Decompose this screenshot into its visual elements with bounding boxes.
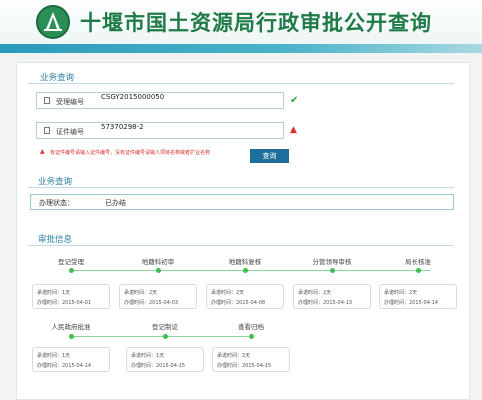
step-card: 承诺时间：2天 办理时间：2015-04-13: [293, 284, 371, 309]
step-handle-date: 办理时间：2015-04-08: [211, 300, 266, 306]
step-status-icon: [243, 268, 248, 273]
step-commit-time: 承诺时间：2天: [217, 353, 251, 359]
step-commit-time: 承诺时间：2天: [384, 290, 418, 296]
step-card: 承诺时间：1天 办理时间：2015-04-14: [32, 347, 110, 372]
step-card: 承诺时间：1天 办理时间：2015-04-01: [32, 284, 110, 309]
header-accent-bar: [0, 44, 482, 53]
section-divider: [28, 245, 454, 246]
step-label: 地籍科复核: [228, 258, 262, 266]
step-card: 承诺时间：2天 办理时间：2015-04-03: [119, 284, 197, 309]
approval-section-title: 审批信息: [38, 235, 73, 245]
step-label: 登记受理: [58, 258, 84, 266]
certificate-number-field[interactable]: 证件编号 57370298-2: [36, 122, 284, 139]
section-divider: [28, 187, 454, 188]
certificate-number-value: 57370298-2: [101, 123, 144, 131]
step-card: 承诺时间：1天 办理时间：2015-04-15: [126, 347, 204, 372]
step-commit-time: 承诺时间：2天: [298, 290, 332, 296]
step-status-icon: [416, 268, 421, 273]
step-label: 局长核准: [405, 258, 431, 266]
step-card: 承诺时间：2天 办理时间：2015-04-08: [206, 284, 284, 309]
query-button[interactable]: 查询: [250, 149, 289, 163]
step-card: 承诺时间：2天 办理时间：2015-04-14: [379, 284, 457, 309]
input-hint-message: 有证件编号请输入证件编号，没有证件编号请输入项目名称或者扩业名称: [50, 150, 211, 156]
step-label: 分管领导审核: [312, 258, 352, 266]
acceptance-number-value: CSGY2015000050: [101, 93, 165, 101]
check-icon: ✔: [290, 95, 299, 106]
step-label: 地籍科初审: [141, 258, 175, 266]
bureau-emblem-icon: [36, 5, 70, 39]
step-label: 人民政府批准: [51, 323, 91, 331]
page-header: 十堰市国土资源局行政审批公开查询: [0, 0, 482, 44]
step-handle-date: 办理时间：2015-04-15: [217, 363, 272, 369]
step-handle-date: 办理时间：2015-04-14: [384, 300, 439, 306]
step-commit-time: 承诺时间：1天: [131, 353, 165, 359]
alert-icon: ▲: [40, 148, 45, 155]
step-commit-time: 承诺时间：2天: [124, 290, 158, 296]
business-query-title: 业务查询: [40, 73, 75, 83]
page-title: 十堰市国土资源局行政审批公开查询: [80, 11, 432, 35]
section-divider: [28, 83, 454, 84]
status-label: 办理状态：: [39, 199, 74, 207]
step-status-icon: [69, 334, 74, 339]
step-status-icon: [69, 268, 74, 273]
status-box: 办理状态： 已办结: [30, 194, 454, 210]
step-card: 承诺时间：2天 办理时间：2015-04-15: [212, 347, 290, 372]
acceptance-number-label: 受理编号: [56, 98, 84, 106]
step-handle-date: 办理时间：2015-04-14: [37, 363, 92, 369]
step-status-icon: [249, 334, 254, 339]
step-label: 登记制证: [152, 323, 178, 331]
step-label: 查看归档: [238, 323, 264, 331]
status-value: 已办结: [105, 199, 126, 207]
step-status-icon: [330, 268, 335, 273]
timeline-line: [74, 270, 430, 271]
acceptance-number-field[interactable]: 受理编号 CSGY2015000050: [36, 92, 284, 109]
warning-icon: ▲: [290, 125, 297, 135]
step-status-icon: [156, 268, 161, 273]
step-status-icon: [163, 334, 168, 339]
status-section-title: 业务查询: [38, 177, 73, 187]
certificate-number-label: 证件编号: [56, 128, 84, 136]
step-commit-time: 承诺时间：1天: [37, 353, 71, 359]
step-commit-time: 承诺时间：1天: [37, 290, 71, 296]
certificate-icon: [44, 127, 50, 134]
document-icon: [44, 97, 50, 104]
step-handle-date: 办理时间：2015-04-03: [124, 300, 179, 306]
step-handle-date: 办理时间：2015-04-01: [37, 300, 92, 306]
step-commit-time: 承诺时间：2天: [211, 290, 245, 296]
step-handle-date: 办理时间：2015-04-13: [298, 300, 353, 306]
step-handle-date: 办理时间：2015-04-15: [131, 363, 186, 369]
